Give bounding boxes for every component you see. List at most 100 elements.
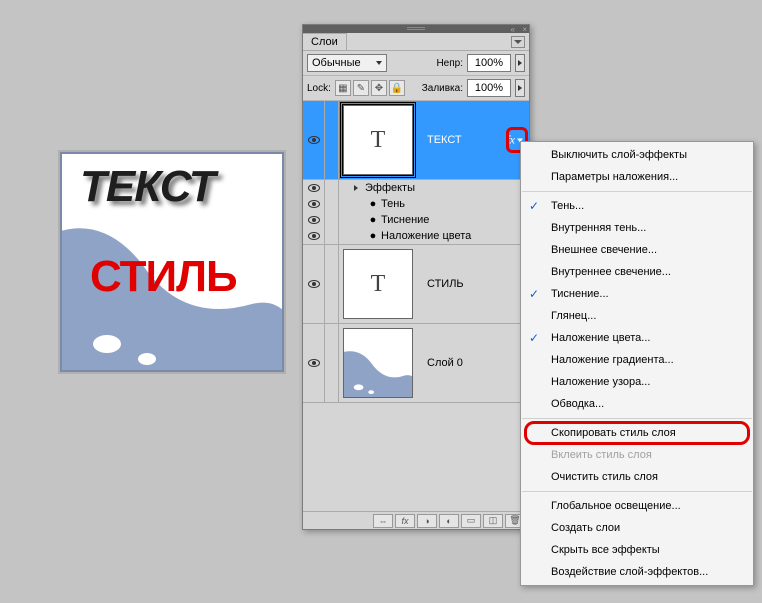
menu-item-label: Тень... — [551, 200, 584, 212]
menu-item-label: Скопировать стиль слоя — [551, 427, 676, 439]
menu-item-label: Глобальное освещение... — [551, 500, 681, 512]
menu-item-label: Внутренняя тень... — [551, 222, 646, 234]
effect-row[interactable]: ● Тиснение — [303, 212, 529, 228]
layer-row-image[interactable]: Слой 0 — [303, 324, 529, 403]
panel-tabbar: Слои — [303, 33, 529, 51]
opacity-input[interactable]: 100% — [467, 54, 511, 72]
layer-thumbnail[interactable]: T — [343, 105, 413, 175]
layer-row-text2[interactable]: T СТИЛЬ — [303, 245, 529, 324]
menu-item-label: Внутреннее свечение... — [551, 266, 671, 278]
effects-label: Эффекты — [365, 182, 415, 194]
visibility-icon[interactable] — [308, 136, 320, 144]
menu-item[interactable]: Скопировать стиль слоя — [521, 422, 753, 444]
folder-icon[interactable]: ▭ — [461, 514, 481, 528]
menu-item-label: Вклеить стиль слоя — [551, 449, 652, 461]
visibility-icon[interactable] — [308, 184, 320, 192]
lock-all-icon[interactable]: 🔒 — [389, 80, 405, 96]
menu-separator — [522, 191, 752, 192]
menu-item[interactable]: Обводка... — [521, 393, 753, 415]
menu-item[interactable]: Глянец... — [521, 305, 753, 327]
fx-icon[interactable]: fx — [395, 514, 415, 528]
menu-item-label: Внешнее свечение... — [551, 244, 657, 256]
visibility-icon[interactable] — [308, 232, 320, 240]
effect-name: Тиснение — [381, 214, 429, 226]
tab-layers[interactable]: Слои — [303, 33, 347, 50]
menu-item-label: Выключить слой-эффекты — [551, 149, 687, 161]
layer-name[interactable]: СТИЛЬ — [417, 278, 464, 290]
opacity-label: Непр: — [436, 58, 463, 69]
collapse-icon[interactable]: « — [511, 25, 515, 34]
menu-item[interactable]: Глобальное освещение... — [521, 495, 753, 517]
visibility-icon[interactable] — [308, 280, 320, 288]
effect-row[interactable]: ● Наложение цвета — [303, 228, 529, 244]
menu-item-label: Создать слои — [551, 522, 620, 534]
menu-item[interactable]: Параметры наложения... — [521, 166, 753, 188]
menu-item-label: Тиснение... — [551, 288, 609, 300]
effect-name: Наложение цвета — [381, 230, 471, 242]
lock-transparency-icon[interactable]: ▦ — [335, 80, 351, 96]
preview-text-2: СТИЛЬ — [90, 252, 237, 302]
menu-item[interactable]: ✓ Тень... — [521, 195, 753, 217]
menu-item[interactable]: Наложение узора... — [521, 371, 753, 393]
opacity-flyout-button[interactable] — [515, 54, 525, 72]
lock-paint-icon[interactable]: ✎ — [353, 80, 369, 96]
layer-name[interactable]: Слой 0 — [417, 357, 463, 369]
menu-item[interactable]: Выключить слой-эффекты — [521, 144, 753, 166]
blend-mode-select[interactable]: Обычные — [307, 54, 387, 72]
menu-item[interactable]: Внутреннее свечение... — [521, 261, 753, 283]
menu-item-label: Воздействие слой-эффектов... — [551, 566, 708, 578]
layer-style-context-menu: Выключить слой-эффекты Параметры наложени… — [520, 141, 754, 586]
preview-text-1: ТЕКСТ — [80, 162, 215, 212]
lock-move-icon[interactable]: ✥ — [371, 80, 387, 96]
menu-separator — [522, 418, 752, 419]
fill-flyout-button[interactable] — [515, 79, 525, 97]
lock-label: Lock: — [307, 83, 331, 94]
fill-input[interactable]: 100% — [467, 79, 511, 97]
panel-footer: ⇔ fx ◑ ◐ ▭ ◫ 🗑 — [303, 511, 529, 529]
menu-item[interactable]: Скрыть все эффекты — [521, 539, 753, 561]
effects-header-row[interactable]: Эффекты — [303, 180, 529, 196]
menu-item[interactable]: ✓ Тиснение... — [521, 283, 753, 305]
new-layer-icon[interactable]: ◫ — [483, 514, 503, 528]
link-layers-icon[interactable]: ⇔ — [373, 514, 393, 528]
layer-thumbnail[interactable]: T — [343, 249, 413, 319]
visibility-icon[interactable] — [308, 200, 320, 208]
layer-thumbnail[interactable] — [343, 328, 413, 398]
chevron-down-icon — [376, 61, 382, 65]
visibility-icon[interactable] — [308, 359, 320, 367]
menu-item-label: Скрыть все эффекты — [551, 544, 660, 556]
panel-menu-button[interactable] — [511, 36, 525, 48]
fill-label: Заливка: — [422, 83, 463, 94]
mask-icon[interactable]: ◑ — [417, 514, 437, 528]
menu-item[interactable]: Воздействие слой-эффектов... — [521, 561, 753, 583]
menu-item[interactable]: Наложение градиента... — [521, 349, 753, 371]
menu-separator — [522, 491, 752, 492]
menu-item-label: Наложение узора... — [551, 376, 650, 388]
effect-row[interactable]: ● Тень — [303, 196, 529, 212]
menu-item-label: Глянец... — [551, 310, 596, 322]
check-icon: ✓ — [529, 287, 539, 301]
grip-icon — [407, 27, 425, 31]
effect-name: Тень — [381, 198, 405, 210]
menu-item[interactable]: Создать слои — [521, 517, 753, 539]
menu-item[interactable]: ✓ Наложение цвета... — [521, 327, 753, 349]
layer-name[interactable]: ТЕКСТ — [417, 134, 462, 146]
check-icon: ✓ — [529, 199, 539, 213]
effects-list: Эффекты ● Тень ● Тиснение ● Наложение цв… — [303, 180, 529, 245]
close-icon[interactable]: × — [522, 25, 527, 34]
visibility-icon[interactable] — [308, 216, 320, 224]
triangle-down-icon — [354, 185, 358, 191]
menu-item-label: Очистить стиль слоя — [551, 471, 658, 483]
document-preview: ТЕКСТ СТИЛЬ — [60, 152, 284, 372]
menu-item[interactable]: Очистить стиль слоя — [521, 466, 753, 488]
layer-row-text1[interactable]: T ТЕКСТ fx — [303, 101, 529, 180]
panel-titlebar[interactable]: « × — [303, 25, 529, 33]
menu-item-label: Наложение цвета... — [551, 332, 650, 344]
menu-item[interactable]: Внутренняя тень... — [521, 217, 753, 239]
menu-item[interactable]: Внешнее свечение... — [521, 239, 753, 261]
menu-item-label: Обводка... — [551, 398, 604, 410]
menu-item: Вклеить стиль слоя — [521, 444, 753, 466]
layers-panel: « × Слои Обычные Непр: 100% Lock: ▦ ✎ ✥ … — [302, 24, 530, 530]
check-icon: ✓ — [529, 331, 539, 345]
adjustment-icon[interactable]: ◐ — [439, 514, 459, 528]
